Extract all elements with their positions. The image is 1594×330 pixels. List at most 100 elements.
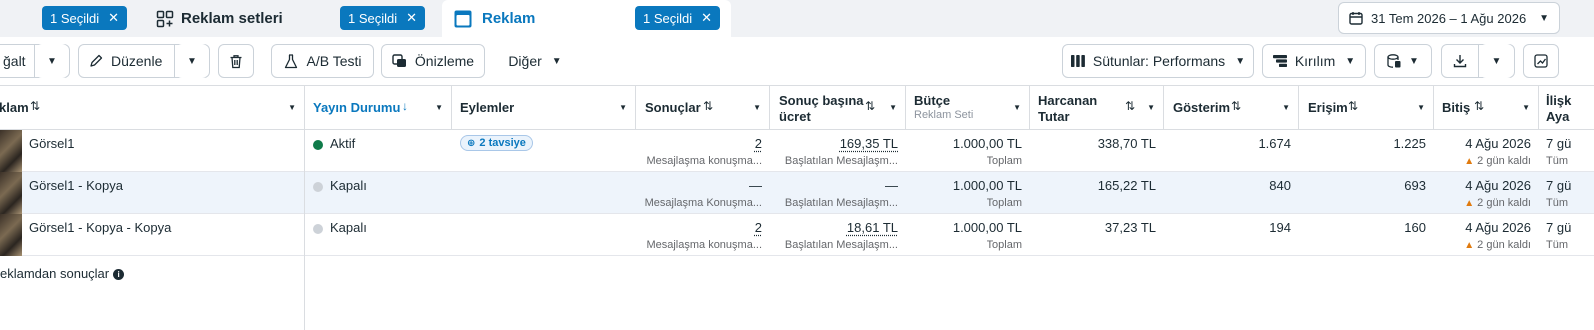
status-label: Kapalı — [330, 178, 367, 193]
breakdown-label: Kırılım — [1294, 53, 1336, 69]
ad-name-cell[interactable]: Görsel1 - Kopya — [0, 172, 305, 214]
chevron-down-icon[interactable]: ▼ — [889, 103, 897, 112]
close-icon[interactable]: ✕ — [701, 10, 712, 26]
tab-ads[interactable]: Reklam 1 Seçildi ✕ — [442, 0, 731, 37]
status-cell: Aktif — [305, 130, 452, 172]
close-icon[interactable]: ✕ — [406, 10, 417, 26]
chevron-down-icon: ▼ — [551, 55, 562, 67]
ab-test-button[interactable]: A/B Testi — [271, 44, 374, 78]
breakdown-button[interactable]: Kırılım ▼ — [1262, 44, 1366, 78]
table-row[interactable]: Görsel1 Aktif ⊕ 2 tavsiye 2 Mesajlaşma ko… — [0, 130, 1594, 172]
tab-ads-label: Reklam — [482, 10, 536, 27]
end-date-remaining: ▲ 2 gün kaldı — [1464, 239, 1531, 251]
sort-icon[interactable]: ⇅ — [703, 99, 713, 113]
toolbar: ğalt ▼ Düzenle ▼ A/B Testi Önizleme Diğe… — [0, 37, 1594, 86]
reach-cell: 160 — [1299, 214, 1434, 256]
reach-value: 693 — [1404, 178, 1426, 193]
cost-per-result-value[interactable]: 169,35 TL — [840, 136, 898, 151]
duplicate-dropdown-button[interactable]: ▼ — [36, 44, 68, 78]
column-header-end[interactable]: Bitiş ⇅ ▼ — [1434, 86, 1539, 130]
impressions-value: 1.674 — [1258, 136, 1291, 151]
divider — [34, 44, 35, 78]
edit-dropdown-button[interactable]: ▼ — [176, 44, 208, 78]
chevron-down-icon[interactable]: ▼ — [1013, 103, 1021, 112]
chevron-down-icon[interactable]: ▼ — [1282, 103, 1290, 112]
delete-button[interactable] — [218, 44, 254, 78]
table-row[interactable]: Görsel1 - Kopya - Kopya Kapalı 2 Mesajla… — [0, 214, 1594, 256]
attribution-cell: 7 gü Tüm — [1539, 214, 1594, 256]
column-header-actions[interactable]: Eylemler ▼ — [452, 86, 636, 130]
column-header-status[interactable]: Yayın Durumu ↓ ▼ — [305, 86, 452, 130]
column-header-attribution[interactable]: İlişk Aya — [1539, 86, 1594, 130]
results-cell: 2 Mesajlaşma konuşma... — [636, 214, 770, 256]
chevron-down-icon[interactable]: ▼ — [1417, 103, 1425, 112]
chevron-down-icon[interactable]: ▼ — [288, 103, 296, 112]
campaign-selected-chip[interactable]: 1 Seçildi ✕ — [42, 6, 128, 30]
close-icon[interactable]: ✕ — [108, 10, 119, 26]
recommendations-label: 2 tavsiye — [479, 137, 526, 149]
column-header-impressions[interactable]: Gösterim ⇅ ▼ — [1164, 86, 1299, 130]
recommendations-badge[interactable]: ⊕ 2 tavsiye — [460, 135, 533, 151]
divider — [174, 44, 175, 78]
ad-name[interactable]: Görsel1 - Kopya — [29, 178, 123, 193]
results-value[interactable]: 2 — [755, 136, 762, 151]
days-left-label: 2 gün kaldı — [1477, 239, 1531, 251]
table-row[interactable]: Görsel1 - Kopya Kapalı — Mesajlaşma Konu… — [0, 172, 1594, 214]
results-cell: — Mesajlaşma Konuşma... — [636, 172, 770, 214]
preview-button[interactable]: Önizleme — [381, 44, 485, 78]
sort-icon[interactable]: ⇅ — [1474, 99, 1484, 113]
chevron-down-icon[interactable]: ▼ — [1522, 103, 1530, 112]
date-range-picker[interactable]: 31 Tem 2026 – 1 Ağu 2026 ▼ — [1338, 2, 1560, 34]
results-value[interactable]: 2 — [755, 220, 762, 235]
cost-per-result-value[interactable]: 18,61 TL — [847, 220, 898, 235]
ad-selected-chip[interactable]: 1 Seçildi ✕ — [635, 6, 721, 30]
column-header-budget[interactable]: Bütçe Reklam Seti ▼ — [906, 86, 1030, 130]
sort-icon[interactable]: ⇅ — [1125, 99, 1135, 113]
column-header-label: Bütçe — [914, 93, 951, 108]
columns-button[interactable]: Sütunlar: Performans ▼ — [1062, 44, 1254, 78]
status-dot — [313, 182, 323, 192]
column-header-label: Harcanan Tutar — [1038, 93, 1097, 125]
column-header-ad[interactable]: klam ⇅ ▼ — [0, 86, 305, 130]
budget-cell: 1.000,00 TL Toplam — [906, 172, 1030, 214]
sort-icon[interactable]: ⇅ — [1231, 99, 1241, 113]
sort-icon[interactable]: ⇅ — [1348, 99, 1358, 113]
column-header-amount-spent[interactable]: Harcanan Tutar ⇅ ▼ — [1030, 86, 1164, 130]
ad-name-cell[interactable]: Görsel1 — [0, 130, 305, 172]
actions-cell — [452, 214, 636, 256]
column-header-cost-per-result[interactable]: Sonuç başına ücret ⇅ ▼ — [770, 86, 906, 130]
sort-icon[interactable]: ⇅ — [865, 99, 875, 113]
sort-icon[interactable]: ⇅ — [30, 99, 40, 113]
tab-ad-sets[interactable]: Reklam setleri 1 Seçildi ✕ — [146, 0, 430, 37]
chevron-down-icon: ▼ — [1539, 12, 1549, 24]
ad-name[interactable]: Görsel1 - Kopya - Kopya — [29, 220, 171, 235]
adset-selected-chip[interactable]: 1 Seçildi ✕ — [340, 6, 426, 30]
chevron-down-icon[interactable]: ▼ — [619, 103, 627, 112]
reports-icon — [1387, 54, 1401, 68]
export-dropdown-button[interactable]: ▼ — [1480, 44, 1513, 78]
days-left-label: 2 gün kaldı — [1477, 197, 1531, 209]
reports-button[interactable]: ▼ — [1374, 44, 1432, 78]
column-header-results[interactable]: Sonuçlar ⇅ ▼ — [636, 86, 770, 130]
ad-name-cell[interactable]: Görsel1 - Kopya - Kopya — [0, 214, 305, 256]
info-icon[interactable]: i — [113, 269, 125, 280]
reach-cell: 1.225 — [1299, 130, 1434, 172]
chevron-down-icon[interactable]: ▼ — [435, 103, 443, 112]
sort-desc-icon[interactable]: ↓ — [402, 99, 408, 113]
charts-button[interactable] — [1523, 44, 1559, 78]
chevron-down-icon[interactable]: ▼ — [753, 103, 761, 112]
attribution-cell: 7 gü Tüm — [1539, 130, 1594, 172]
column-header-label-line1: İlişk — [1546, 93, 1572, 108]
reach-cell: 693 — [1299, 172, 1434, 214]
impressions-cell: 194 — [1164, 214, 1299, 256]
amount-spent-value: 165,22 TL — [1097, 178, 1156, 193]
ab-test-label: A/B Testi — [306, 53, 362, 69]
column-header-reach[interactable]: Erişim ⇅ ▼ — [1299, 86, 1434, 130]
more-button[interactable]: Diğer ▼ — [495, 44, 575, 78]
column-header-sublabel: Reklam Seti — [914, 109, 974, 121]
status-cell: Kapalı — [305, 172, 452, 214]
budget-subtitle: Toplam — [986, 197, 1022, 209]
ad-name[interactable]: Görsel1 — [29, 136, 75, 151]
column-header-label-line2: Aya — [1546, 109, 1570, 124]
chevron-down-icon[interactable]: ▼ — [1147, 103, 1155, 112]
